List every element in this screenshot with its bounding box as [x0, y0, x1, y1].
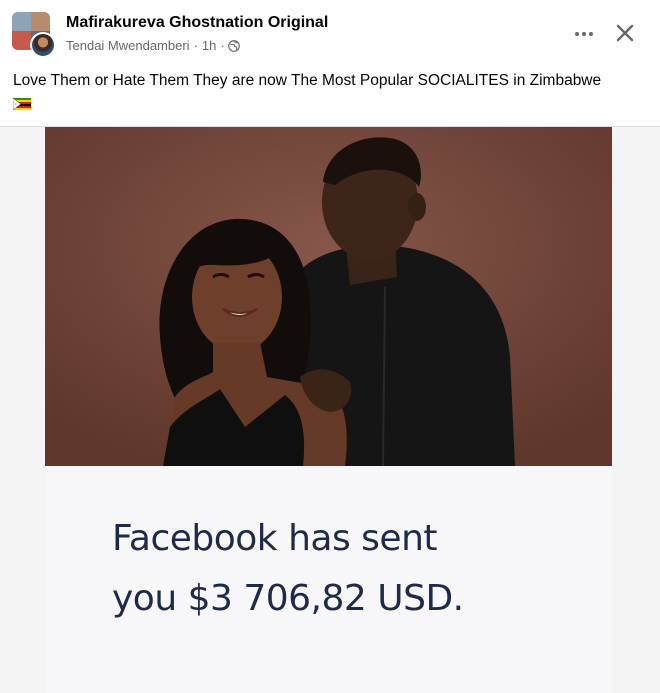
- author-name-link[interactable]: Tendai Mwendamberi: [66, 38, 190, 53]
- post-body-text: Love Them or Hate Them They are now The …: [13, 72, 602, 89]
- more-options-icon[interactable]: [570, 22, 598, 46]
- post-photo[interactable]: [45, 127, 612, 466]
- meta-separator: ·: [193, 38, 198, 53]
- promo-line-1: Facebook has sent: [112, 518, 438, 559]
- post-timestamp[interactable]: 1h: [202, 38, 216, 53]
- promo-caption-area: Facebook has sent you $3 706,82 USD.: [45, 466, 612, 693]
- globe-icon[interactable]: [227, 39, 240, 52]
- couple-photo-illustration: [45, 127, 612, 466]
- post-meta: Tendai Mwendamberi · 1h ·: [66, 38, 240, 53]
- post-text: Love Them or Hate Them They are now The …: [13, 70, 653, 114]
- group-name-link[interactable]: Mafirakureva Ghostnation Original: [66, 14, 328, 32]
- post-header: Mafirakureva Ghostnation Original Tendai…: [0, 0, 660, 64]
- avatar-group[interactable]: [12, 12, 56, 58]
- author-avatar[interactable]: [30, 32, 56, 58]
- zimbabwe-flag-emoji-icon: [13, 97, 31, 110]
- close-icon[interactable]: [612, 20, 638, 46]
- promo-line-2: you $3 706,82 USD.: [112, 578, 464, 619]
- meta-separator-2: ·: [220, 38, 225, 53]
